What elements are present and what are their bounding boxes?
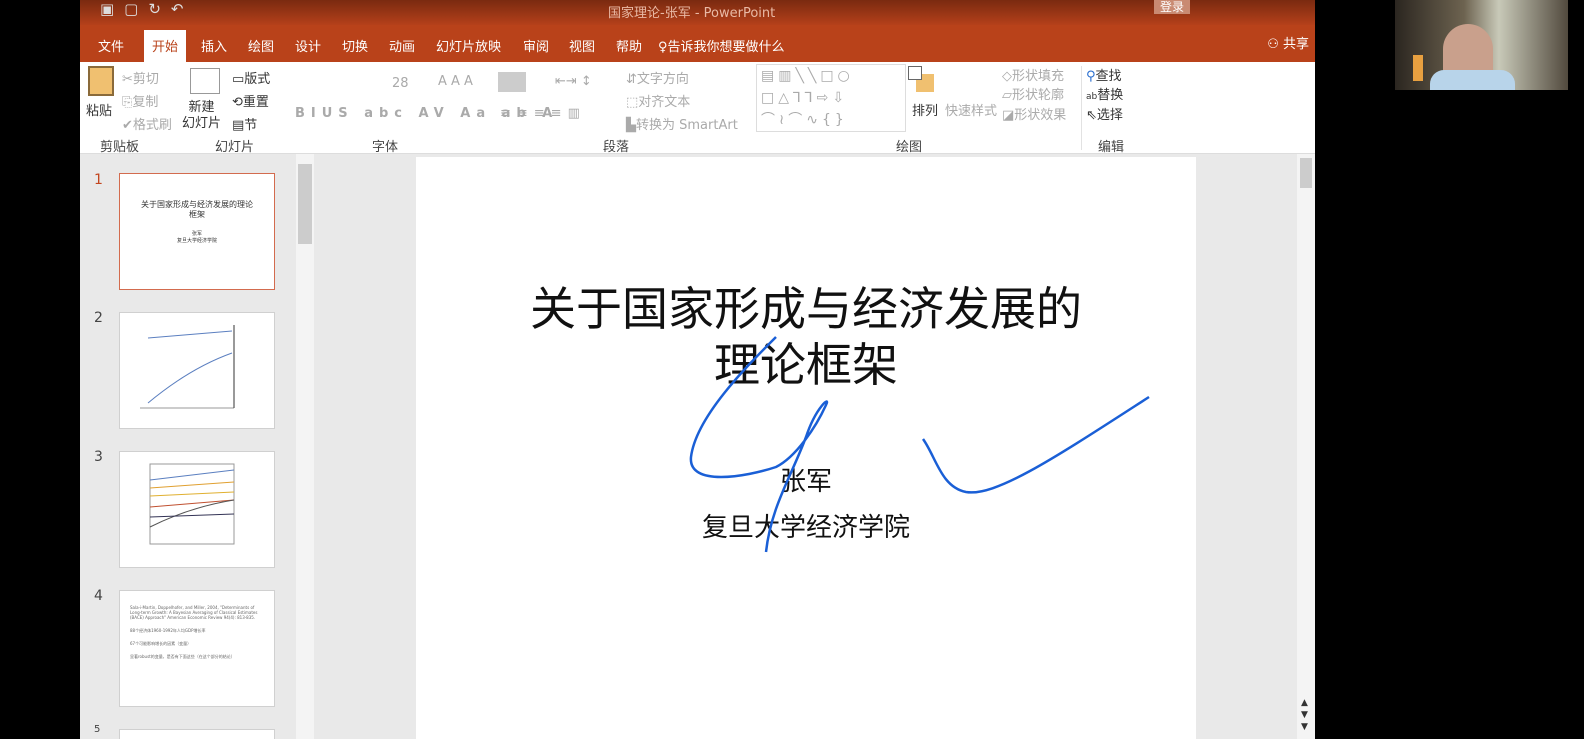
replace-button[interactable]: ab替换 — [1086, 84, 1123, 103]
paste-icon — [88, 66, 114, 96]
slide-thumbnail-5[interactable] — [119, 729, 275, 739]
slide-thumbnail-1[interactable]: 关于国家形成与经济发展的理论框架 张军 复旦大学经济学院 — [119, 173, 275, 290]
thumb-org: 复旦大学经济学院 — [176, 238, 217, 244]
slide-number: 4 — [94, 588, 103, 604]
tab-transitions[interactable]: 切换 — [342, 36, 368, 55]
slide-canvas[interactable]: 关于国家形成与经济发展的 理论框架 张军 复旦大学经济学院 — [416, 157, 1196, 739]
tab-animations[interactable]: 动画 — [389, 36, 415, 55]
thumb-bullet: 显著robust的变量，是否有下面这些（在这个部分的结论） — [130, 654, 235, 659]
list-indent-buttons[interactable]: ⇤⇥ ↕ — [555, 74, 592, 89]
align-text-button[interactable]: ⬚对齐文本 — [626, 91, 690, 110]
tab-design[interactable]: 设计 — [295, 36, 321, 55]
slide-thumbnail-3[interactable] — [119, 451, 275, 568]
webcam-video — [1395, 0, 1568, 90]
ink-stroke — [921, 395, 1150, 494]
powerpoint-window: ▣▢↻↶ 国家理论-张军 - PowerPoint 登录 文件 开始 插入 绘图… — [80, 0, 1315, 739]
shape-outline-button[interactable]: ▱形状轮廓 — [1002, 84, 1064, 103]
lightbulb-icon: ♀ — [658, 40, 668, 55]
shape-effects-button[interactable]: ◪形状效果 — [1002, 104, 1066, 123]
tab-draw[interactable]: 绘图 — [248, 36, 274, 55]
thumb-title: 关于国家形成与经济发展的理论框架 — [141, 200, 253, 219]
group-label-drawing: 绘图 — [896, 140, 923, 155]
smartart-button[interactable]: ▙转换为 SmartArt — [626, 114, 738, 133]
scroll-arrows[interactable]: ▲ ▼ ▼ — [1301, 697, 1308, 733]
tab-file[interactable]: 文件 — [98, 36, 124, 55]
ribbon: 粘贴 ✂剪切 ⎘复制 ✔格式刷 剪贴板 新建 幻灯片 ▭版式 ⟲重置 ▤节 幻灯… — [80, 62, 1315, 155]
font-size-grow-shrink[interactable]: A A A — [438, 74, 473, 89]
share-label: 共享 — [1282, 37, 1309, 52]
title-bar: ▣▢↻↶ 国家理论-张军 - PowerPoint 登录 — [80, 0, 1315, 25]
tab-insert[interactable]: 插入 — [201, 36, 227, 55]
search-icon: ⚲ — [1086, 69, 1096, 84]
window-title: 国家理论-张军 - PowerPoint — [608, 6, 776, 21]
group-label-font: 字体 — [372, 140, 399, 155]
shapes-gallery[interactable]: ▤▥╲╲□○ □△⅂⅂⇨⇩ ⌒≀⌒∿{} — [756, 64, 906, 132]
slide-number: 5 — [94, 724, 101, 735]
slide-number: 2 — [94, 310, 103, 326]
ink-annotations — [689, 336, 1150, 553]
section-button[interactable]: ▤节 — [232, 114, 257, 133]
tab-slideshow[interactable]: 幻灯片放映 — [436, 36, 501, 55]
thumb-bullet: 88个经济体1960-1992年人均GDP增长率 — [130, 628, 206, 633]
arrange-button[interactable]: 排列 — [912, 100, 938, 119]
person-icon: ⚇ — [1267, 37, 1283, 52]
tell-me-search[interactable]: ♀告诉我你想要做什么 — [658, 36, 785, 55]
divider — [1081, 66, 1082, 150]
font-name-box[interactable] — [498, 72, 526, 92]
thumb-reference: Sala-i-Martin, Doppelhofer, and Miller, … — [130, 605, 258, 620]
arrange-icon — [908, 66, 938, 96]
tab-home[interactable]: 开始 — [144, 30, 187, 62]
replace-icon: ab — [1086, 92, 1098, 102]
slide-number: 3 — [94, 449, 103, 465]
cursor-icon: ⇖ — [1086, 108, 1097, 123]
thumbnail-scrollbar[interactable] — [296, 154, 314, 739]
group-label-clipboard: 剪贴板 — [100, 140, 140, 155]
quick-access-toolbar[interactable]: ▣▢↻↶ — [100, 0, 193, 18]
slide-thumbnail-pane: 1 关于国家形成与经济发展的理论框架 张军 复旦大学经济学院 2 3 4 Sal… — [80, 154, 314, 739]
reset-button[interactable]: ⟲重置 — [232, 91, 269, 110]
ribbon-tabs: 文件 开始 插入 绘图 设计 切换 动画 幻灯片放映 审阅 视图 帮助 ♀告诉我… — [80, 25, 1315, 62]
slide-scrollbar[interactable]: ▲ ▼ ▼ — [1297, 154, 1315, 739]
thumb-chart — [140, 325, 235, 409]
group-label-slides: 幻灯片 — [215, 140, 255, 155]
slide-thumbnail-4[interactable]: Sala-i-Martin, Doppelhofer, and Miller, … — [119, 590, 275, 707]
thumb-chart — [149, 463, 235, 545]
alignment-buttons[interactable]: ≡≡≡≡▥ — [500, 106, 586, 121]
group-label-editing: 编辑 — [1098, 140, 1125, 155]
new-slide-button[interactable]: 新建 幻灯片 — [182, 100, 221, 132]
find-button[interactable]: ⚲查找 — [1086, 65, 1122, 84]
tell-me-label: 告诉我你想要做什么 — [667, 40, 785, 55]
thumb-author: 张军 — [191, 231, 202, 237]
new-slide-icon — [190, 68, 220, 94]
login-button[interactable]: 登录 — [1154, 0, 1191, 14]
font-size-field[interactable]: 28 — [392, 76, 409, 91]
thumb-bullet: 67个可能影响增长的因素（变量） — [130, 641, 192, 646]
slide-thumbnail-2[interactable] — [119, 312, 275, 429]
layout-button[interactable]: ▭版式 — [232, 68, 270, 87]
slide-number: 1 — [94, 172, 103, 188]
tab-view[interactable]: 视图 — [569, 36, 595, 55]
quick-styles-button[interactable]: 快速样式 — [945, 100, 997, 119]
group-label-paragraph: 段落 — [603, 140, 630, 155]
shape-fill-button[interactable]: ◇形状填充 — [1002, 65, 1064, 84]
share-button[interactable]: ⚇ 共享 — [1267, 33, 1309, 52]
ink-stroke — [689, 336, 829, 553]
format-painter-button[interactable]: ✔格式刷 — [122, 114, 172, 133]
copy-button[interactable]: ⎘复制 — [122, 91, 158, 110]
cut-button[interactable]: ✂剪切 — [122, 68, 159, 87]
text-direction-button[interactable]: ⇵文字方向 — [626, 68, 689, 87]
tab-help[interactable]: 帮助 — [616, 36, 642, 55]
paste-button[interactable]: 粘贴 — [86, 100, 112, 119]
select-button[interactable]: ⇖选择 — [1086, 104, 1123, 123]
tab-review[interactable]: 审阅 — [523, 36, 549, 55]
